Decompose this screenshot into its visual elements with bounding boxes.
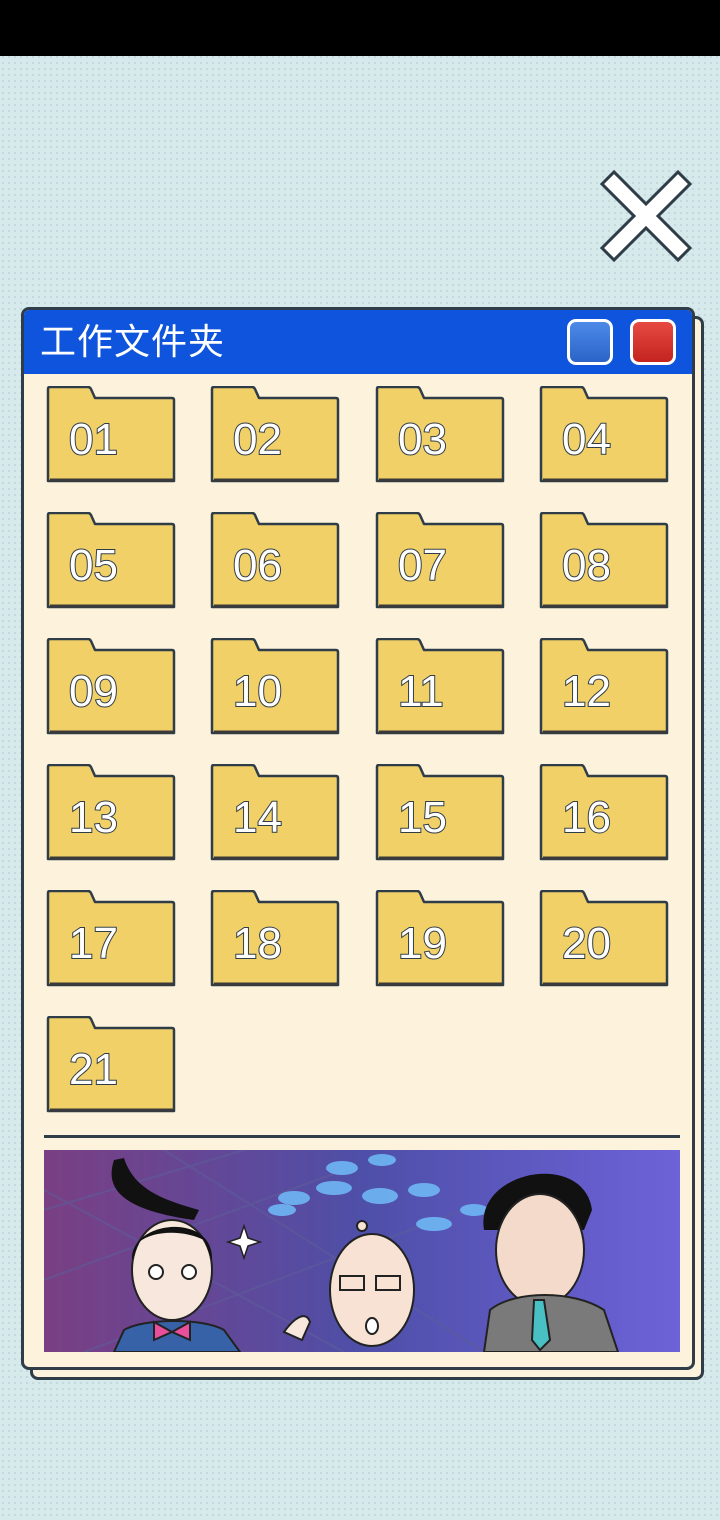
folder-label: 03 — [397, 415, 448, 465]
folder-01[interactable]: 01 — [45, 386, 177, 484]
folder-label: 08 — [561, 541, 612, 591]
folder-label: 14 — [232, 793, 283, 843]
folder-06[interactable]: 06 — [209, 512, 341, 610]
folder-03[interactable]: 03 — [374, 386, 506, 484]
window-close-button[interactable] — [630, 319, 676, 365]
folder-label: 12 — [561, 667, 612, 717]
folder-07[interactable]: 07 — [374, 512, 506, 610]
folder-14[interactable]: 14 — [209, 764, 341, 862]
folder-09[interactable]: 09 — [45, 638, 177, 736]
folder-label: 18 — [232, 919, 283, 969]
folder-label: 10 — [232, 667, 283, 717]
comic-illustration — [44, 1150, 680, 1352]
folder-label: 13 — [68, 793, 119, 843]
minimize-button[interactable] — [567, 319, 613, 365]
folder-label: 04 — [561, 415, 612, 465]
folder-label: 07 — [397, 541, 448, 591]
folder-02[interactable]: 02 — [209, 386, 341, 484]
folder-label: 06 — [232, 541, 283, 591]
folder-12[interactable]: 12 — [538, 638, 670, 736]
close-icon[interactable] — [599, 169, 693, 263]
folder-15[interactable]: 15 — [374, 764, 506, 862]
folder-label: 15 — [397, 793, 448, 843]
folder-11[interactable]: 11 — [374, 638, 506, 736]
folder-21[interactable]: 21 — [45, 1016, 177, 1114]
folder-20[interactable]: 20 — [538, 890, 670, 988]
divider — [44, 1135, 680, 1138]
status-bar — [0, 0, 720, 56]
folder-13[interactable]: 13 — [45, 764, 177, 862]
folder-label: 16 — [561, 793, 612, 843]
folder-18[interactable]: 18 — [209, 890, 341, 988]
folder-05[interactable]: 05 — [45, 512, 177, 610]
folder-label: 21 — [68, 1045, 119, 1095]
folder-08[interactable]: 08 — [538, 512, 670, 610]
folder-label: 19 — [397, 919, 448, 969]
folder-16[interactable]: 16 — [538, 764, 670, 862]
folder-19[interactable]: 19 — [374, 890, 506, 988]
folder-label: 20 — [561, 919, 612, 969]
folder-label: 01 — [68, 415, 119, 465]
folder-10[interactable]: 10 — [209, 638, 341, 736]
folder-label: 11 — [397, 667, 445, 717]
folder-label: 17 — [68, 919, 119, 969]
folder-label: 05 — [68, 541, 119, 591]
folder-label: 09 — [68, 667, 119, 717]
folder-17[interactable]: 17 — [45, 890, 177, 988]
folder-04[interactable]: 04 — [538, 386, 670, 484]
folder-window: 工作文件夹 01 02 03 04 05 06 07 08 09 10 11 1… — [21, 307, 695, 1370]
window-title: 工作文件夹 — [40, 322, 226, 363]
window-titlebar: 工作文件夹 — [24, 310, 692, 374]
folder-label: 02 — [232, 415, 283, 465]
